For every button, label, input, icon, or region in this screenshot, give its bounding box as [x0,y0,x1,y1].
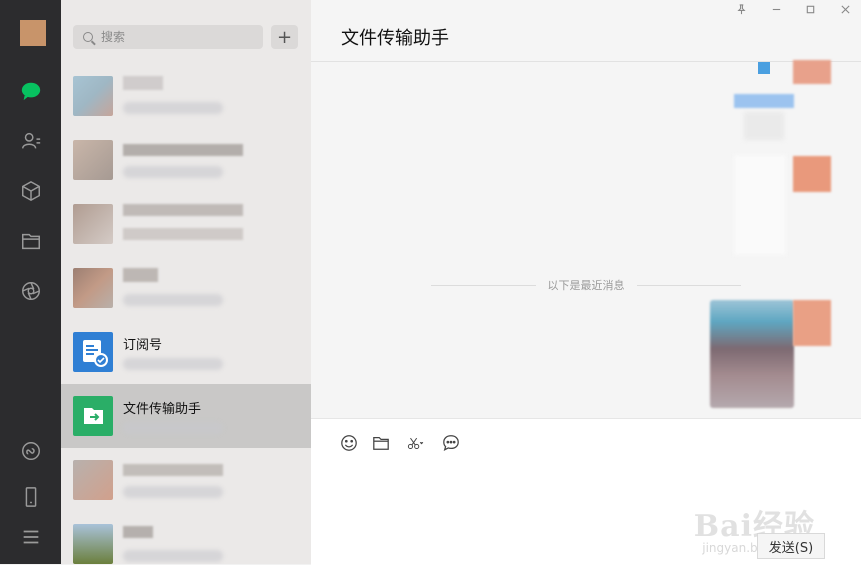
send-file-icon[interactable] [371,433,391,453]
blurred-name [123,76,163,90]
chat-avatar [73,460,113,500]
contacts-icon[interactable] [18,128,44,154]
blurred-preview [123,550,223,562]
menu-icon[interactable] [18,524,44,550]
chat-list-panel: + 订阅号 文件传输助手 [61,0,311,564]
chat-item-file-transfer[interactable]: 文件传输助手 [61,384,311,448]
chat-avatar [73,140,113,180]
self-avatar [793,300,831,346]
search-icon [83,32,93,42]
sent-image-message[interactable] [710,300,794,408]
blurred-name [123,144,243,156]
blurred-name [123,464,223,476]
screenshot-scissors-icon[interactable] [403,433,429,453]
conversation-title: 文件传输助手 [341,28,449,49]
self-avatar [793,60,831,84]
chat-item-name: 订阅号 [123,338,163,353]
navigation-sidebar [0,0,61,564]
chat-item-blurred[interactable] [61,256,311,320]
chat-avatar [73,268,113,308]
blurred-preview [123,228,243,240]
blurred-preview [123,294,223,306]
chat-item-blurred[interactable] [61,64,311,128]
phone-icon[interactable] [18,484,44,510]
chat-avatar [73,204,113,244]
search-input[interactable] [99,29,253,45]
message-composer: Bai经验 jingyan.baidu.com 发送(S) [311,418,861,565]
chat-item-blurred[interactable] [61,128,311,192]
chat-item-name: 文件传输助手 [123,402,202,417]
user-avatar[interactable] [20,20,46,46]
blurred-preview [123,102,223,114]
blurred-preview [123,486,223,498]
blurred-name [123,268,158,282]
blurred-preview [123,358,223,370]
collections-icon[interactable] [18,178,44,204]
recent-messages-divider: 以下是最近消息 [431,277,741,293]
chat-item-subscriptions[interactable]: 订阅号 [61,320,311,384]
blurred-message-image[interactable] [734,155,786,255]
folder-icon[interactable] [18,228,44,254]
self-avatar [793,156,831,192]
blurred-name [123,526,153,538]
send-button[interactable]: 发送(S) [757,533,825,559]
mini-programs-icon[interactable] [18,438,44,464]
chat-history-icon[interactable] [441,433,461,453]
chat-avatar [73,524,113,564]
blurred-message-image[interactable] [734,62,794,142]
emoji-icon[interactable] [339,433,359,453]
blurred-preview [123,166,223,178]
chat-item-blurred[interactable] [61,512,311,564]
chat-avatar [73,76,113,116]
chat-icon[interactable] [18,78,44,104]
maximize-icon[interactable] [800,4,820,18]
add-button[interactable]: + [271,25,298,49]
moments-icon[interactable] [18,278,44,304]
search-box[interactable] [73,25,263,49]
close-icon[interactable] [835,4,855,18]
chat-item-blurred[interactable] [61,448,311,512]
chat-item-blurred[interactable] [61,192,311,256]
file-transfer-icon [73,396,113,436]
composer-toolbar [339,433,461,453]
subscription-icon [73,332,113,372]
pin-icon[interactable] [731,4,751,18]
conversation-panel: 文件传输助手 以下是最近消息 Bai经验 发送(S) [311,0,861,565]
minimize-icon[interactable] [766,4,786,18]
blurred-preview [123,422,223,434]
blurred-name [123,204,243,216]
recent-messages-label: 以下是最近消息 [547,279,625,292]
